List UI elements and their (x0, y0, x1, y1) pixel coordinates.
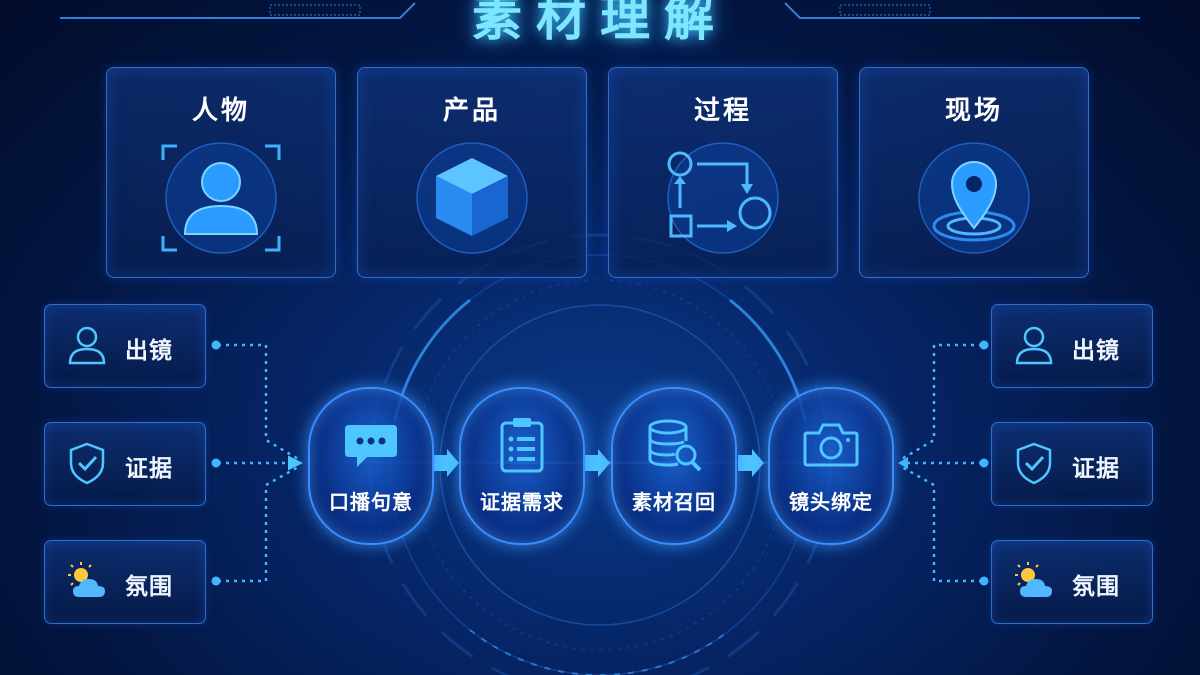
left-connector-dots (211, 340, 221, 586)
sun-cloud-icon (68, 562, 105, 597)
category-label: 人物 (191, 96, 250, 126)
node-label: 素材召回 (632, 490, 716, 514)
category-label: 现场 (944, 96, 1003, 126)
database-search-icon (648, 419, 702, 472)
node-label: 口播句意 (329, 490, 413, 514)
side-label: 证据 (1072, 456, 1120, 482)
location-pin-icon (918, 142, 1030, 254)
sun-cloud-icon (1015, 562, 1052, 597)
category-card-product: 产品 (357, 67, 587, 278)
category-label: 过程 (693, 96, 752, 126)
side-label: 证据 (125, 456, 173, 482)
person-scan-icon (161, 142, 281, 254)
right-connectors (899, 343, 982, 583)
node-label: 镜头绑定 (789, 490, 873, 514)
shield-check-icon (69, 442, 105, 485)
cube-icon (416, 142, 528, 254)
right-connector-dots (898, 340, 989, 586)
right-output-appearance: 出镜 (991, 304, 1153, 388)
chat-bubble-icon (345, 425, 397, 467)
right-output-atmosphere: 氛围 (991, 540, 1153, 624)
side-label: 氛围 (125, 574, 173, 600)
pipeline-node-material-recall: 素材召回 (611, 387, 737, 545)
process-flow-icon (667, 142, 779, 254)
right-output-evidence: 证据 (991, 422, 1153, 506)
side-label: 氛围 (1072, 574, 1120, 600)
category-card-person: 人物 (106, 67, 336, 278)
side-label: 出镜 (125, 338, 173, 364)
person-icon (1015, 326, 1053, 365)
left-input-evidence: 证据 (44, 422, 206, 506)
left-input-atmosphere: 氛围 (44, 540, 206, 624)
category-card-process: 过程 (608, 67, 838, 278)
shield-check-icon (1016, 442, 1052, 485)
side-label: 出镜 (1072, 338, 1120, 364)
left-input-appearance: 出镜 (44, 304, 206, 388)
category-card-scene: 现场 (859, 67, 1089, 278)
pipeline-node-script-intent: 口播句意 (308, 387, 434, 545)
person-icon (68, 326, 106, 365)
category-label: 产品 (442, 96, 501, 126)
pipeline-node-shot-binding: 镜头绑定 (768, 387, 894, 545)
camera-icon (803, 423, 859, 467)
node-label: 证据需求 (480, 490, 564, 514)
left-connectors (218, 343, 303, 583)
pipeline-node-evidence-needs: 证据需求 (459, 387, 585, 545)
clipboard-list-icon (500, 418, 544, 473)
page-title: 素材理解 (472, 0, 728, 47)
